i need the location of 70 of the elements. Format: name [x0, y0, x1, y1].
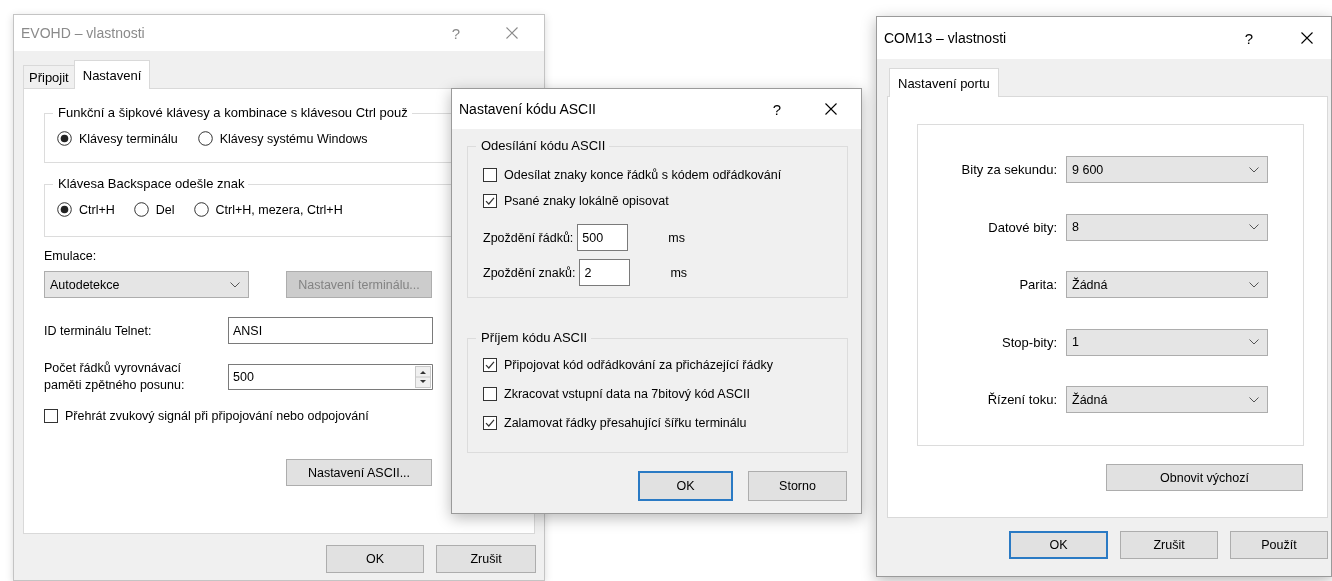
field-label: Stop-bity: [1001, 334, 1057, 350]
field-label: Řízení toku: [986, 392, 1057, 407]
radio-button[interactable] [197, 131, 213, 146]
close-icon[interactable] [825, 103, 837, 115]
field-label: Bity za sekundu: [960, 162, 1057, 177]
chevron-icon [1249, 166, 1259, 173]
chevron-icon [1249, 224, 1259, 230]
field-label: Emulace: [44, 248, 97, 264]
radio-label: Del [155, 202, 175, 217]
radio-button[interactable] [57, 202, 72, 217]
chevron-icon [1249, 339, 1259, 345]
text-field[interactable]: 2 [579, 259, 631, 286]
checkbox-label: Připojovat kód odřádkování za přicházející řádky [504, 357, 773, 372]
chevron-icon [1249, 281, 1259, 288]
text-field[interactable]: ANSI [228, 317, 433, 344]
dropdown[interactable]: Autodetekce [44, 271, 249, 298]
checkbox-label: Přehrát zvukový signál při připojování nebo odpojování [65, 409, 369, 423]
field-label: Počet řádků vyrovnávací paměti zpětného posunu: [44, 360, 186, 394]
button[interactable]: Obnovit výchozí [1106, 464, 1303, 491]
checkbox-label: Odesílat znaky konce řádků s kódem odřádkování [504, 168, 782, 182]
radio-label: Klávesy systému Windows [219, 131, 368, 146]
field-label: Zpoždění znaků: [483, 265, 576, 280]
help-button[interactable]: ? [446, 24, 466, 42]
field-label: Datové bity: [987, 219, 1057, 235]
radio-button[interactable] [133, 202, 149, 217]
help-button[interactable]: ? [767, 100, 787, 118]
field-label: ID terminálu Telnet: [44, 323, 153, 338]
checkbox[interactable] [483, 415, 497, 430]
button[interactable]: OK [638, 471, 733, 501]
chevron-icon [230, 281, 240, 288]
button[interactable]: Nastavení ASCII... [286, 459, 432, 486]
field-label: Parita: [1018, 277, 1057, 292]
dropdown[interactable]: Žádná [1066, 271, 1268, 298]
text-field[interactable]: 500 [577, 224, 629, 251]
tab[interactable]: Připojit [23, 65, 75, 89]
unit-label: ms [668, 230, 685, 245]
dropdown[interactable]: 8 [1066, 213, 1268, 241]
help-button[interactable]: ? [1239, 29, 1259, 47]
dropdown[interactable]: 1 [1066, 328, 1268, 356]
radio-label: Ctrl+H, mezera, Ctrl+H [215, 202, 343, 217]
spin-arrows-icon[interactable] [413, 364, 433, 390]
window-title: EVOHD – vlastnosti [20, 25, 146, 41]
radio-button[interactable] [57, 131, 72, 146]
button[interactable]: Zrušit [436, 545, 536, 573]
unit-label: ms [670, 265, 688, 280]
checkbox[interactable] [483, 194, 497, 208]
window-title: COM13 – vlastnosti [883, 30, 1008, 46]
tab[interactable]: Nastavení portu [889, 68, 999, 97]
checkbox-label: Psané znaky lokálně opisovat [504, 194, 669, 208]
button[interactable]: Storno [748, 471, 847, 501]
checkbox[interactable] [44, 409, 58, 423]
button[interactable]: Použít [1230, 531, 1328, 559]
checkbox-label: Zalamovat řádky přesahující šířku terminálu [504, 415, 747, 430]
checkbox[interactable] [483, 386, 497, 401]
dropdown[interactable]: Žádná [1066, 386, 1268, 413]
radio-button[interactable] [193, 202, 209, 217]
checkbox-label: Zkracovat vstupní data na 7bitový kód ASCII [504, 386, 750, 401]
window-title: Nastavení kódu ASCII [458, 101, 597, 117]
button[interactable]: Zrušit [1120, 531, 1218, 559]
field-label: Zpoždění řádků: [483, 230, 574, 245]
button[interactable]: OK [1009, 531, 1108, 559]
close-icon[interactable] [1301, 32, 1313, 44]
checkbox[interactable] [483, 168, 497, 182]
chevron-icon [1249, 396, 1259, 403]
dropdown[interactable]: 9 600 [1066, 156, 1268, 183]
tab[interactable]: Nastavení [73, 60, 151, 89]
radio-label: Klávesy terminálu [79, 131, 178, 146]
checkbox[interactable] [483, 357, 497, 372]
radio-label: Ctrl+H [79, 202, 115, 217]
button[interactable]: OK [326, 545, 424, 573]
